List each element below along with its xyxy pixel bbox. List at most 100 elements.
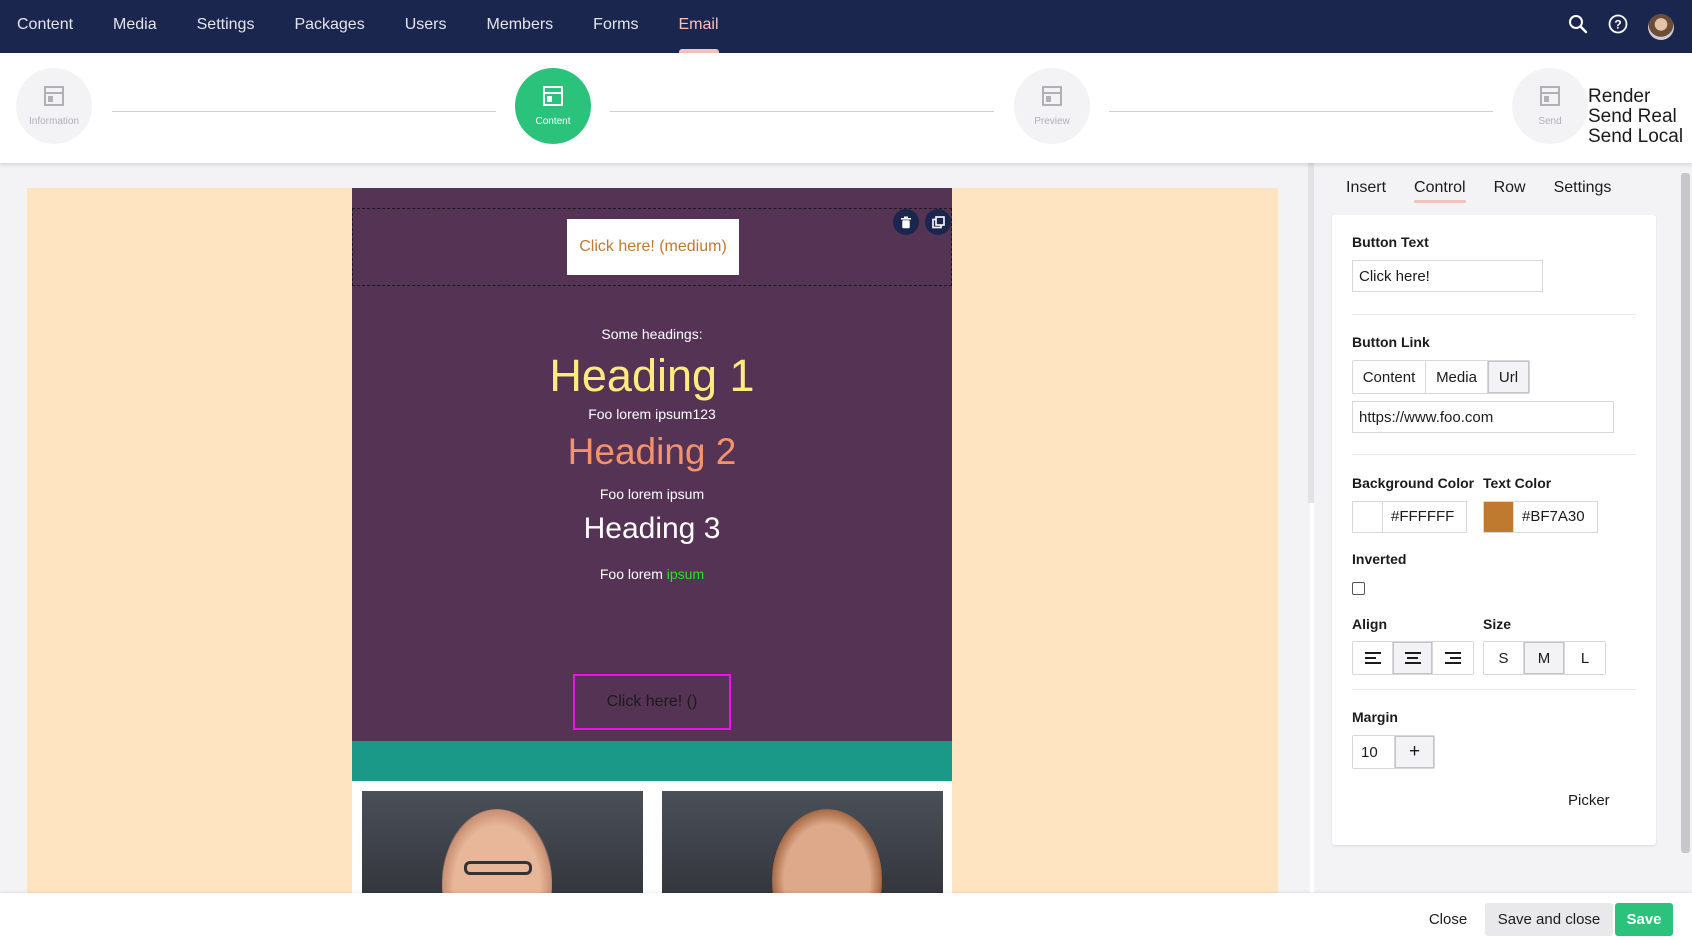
layout-icon xyxy=(542,85,564,110)
url-input[interactable]: https://www.foo.com xyxy=(1352,401,1614,433)
text-color-value[interactable]: #BF7A30 xyxy=(1514,502,1597,532)
teal-divider xyxy=(352,741,952,781)
layout-icon xyxy=(43,85,65,110)
user-avatar[interactable] xyxy=(1648,13,1674,40)
link-type-media[interactable]: Media xyxy=(1426,361,1488,393)
picker-toggle[interactable]: Picker xyxy=(1568,792,1610,809)
layout-icon xyxy=(1041,85,1063,110)
tab-control[interactable]: Control xyxy=(1400,177,1480,211)
step-send[interactable]: Send xyxy=(1512,68,1588,144)
tab-insert[interactable]: Insert xyxy=(1314,177,1400,211)
nav-users[interactable]: Users xyxy=(385,0,467,53)
nav-content[interactable]: Content xyxy=(0,0,93,53)
step-connector xyxy=(1109,111,1493,112)
layout-icon xyxy=(1539,85,1561,110)
send-options: Render Send Real Send Local xyxy=(1588,87,1683,147)
nav-members[interactable]: Members xyxy=(466,0,573,53)
email-body: Click here! (medium) Some headings: Head… xyxy=(352,188,952,893)
scrollbar-thumb[interactable] xyxy=(1681,173,1690,853)
align-right-icon[interactable] xyxy=(1433,642,1473,674)
size-l[interactable]: L xyxy=(1565,642,1605,674)
email-button-medium[interactable]: Click here! (medium) xyxy=(567,219,739,275)
button-text-input[interactable]: Click here! xyxy=(1352,260,1543,292)
selected-button-block[interactable]: Click here! (medium) xyxy=(352,208,952,286)
person-photo-1 xyxy=(362,791,643,893)
align-left-icon[interactable] xyxy=(1353,642,1393,674)
nav-email[interactable]: Email xyxy=(659,0,739,53)
link-type-selector: Content Media Url xyxy=(1352,360,1530,394)
trash-icon[interactable] xyxy=(893,209,919,235)
step-label: Send xyxy=(1538,116,1562,127)
step-connector xyxy=(112,111,496,112)
save-button[interactable]: Save xyxy=(1615,903,1673,936)
link-type-content[interactable]: Content xyxy=(1353,361,1426,393)
divider xyxy=(1352,689,1636,690)
inverted-checkbox[interactable] xyxy=(1352,582,1365,595)
save-and-close-button[interactable]: Save and close xyxy=(1485,903,1613,936)
send-option-send-local[interactable]: Send Local xyxy=(1588,127,1683,147)
text-color-label: Text Color xyxy=(1483,475,1552,491)
send-option-send-real[interactable]: Send Real xyxy=(1588,107,1683,127)
footer-actions: Close Save and close Save xyxy=(0,893,1692,940)
background-color-value[interactable]: #FFFFFF xyxy=(1383,502,1466,532)
size-m[interactable]: M xyxy=(1524,642,1565,674)
margin-control: 10 + xyxy=(1352,735,1435,769)
heading-3: Heading 3 xyxy=(583,512,721,545)
link-type-url[interactable]: Url xyxy=(1488,361,1529,393)
paragraph-3-link[interactable]: ipsum xyxy=(667,566,704,582)
divider xyxy=(1352,314,1636,315)
step-connector xyxy=(610,111,994,112)
align-label: Align xyxy=(1352,616,1387,632)
button-text-label: Button Text xyxy=(1352,234,1429,250)
nav-packages[interactable]: Packages xyxy=(274,0,384,53)
button-link-label: Button Link xyxy=(1352,334,1430,350)
svg-text:?: ? xyxy=(1614,18,1621,32)
top-navigation: Content Media Settings Packages Users Me… xyxy=(0,0,1692,53)
block-tools xyxy=(893,209,951,235)
properties-panel: Insert Control Row Settings Button Text … xyxy=(1314,163,1678,893)
nav-media[interactable]: Media xyxy=(93,0,177,53)
align-center-icon[interactable] xyxy=(1393,642,1433,674)
align-selector xyxy=(1352,641,1474,675)
paragraph-3-text: Foo lorem xyxy=(599,566,667,582)
background-color-picker[interactable]: #FFFFFF xyxy=(1352,501,1467,533)
email-steps: Information Content Preview Send Render … xyxy=(0,53,1692,163)
nav-tools: ? xyxy=(1568,0,1674,53)
tab-row[interactable]: Row xyxy=(1480,177,1540,211)
send-option-render[interactable]: Render xyxy=(1588,87,1683,107)
duplicate-icon[interactable] xyxy=(925,209,951,235)
panel-scrollbar[interactable] xyxy=(1678,163,1692,893)
margin-label: Margin xyxy=(1352,709,1398,725)
heading-1: Heading 1 xyxy=(549,350,755,401)
nav-settings[interactable]: Settings xyxy=(177,0,275,53)
divider xyxy=(1352,454,1636,455)
text-color-picker[interactable]: #BF7A30 xyxy=(1483,501,1598,533)
heading-2: Heading 2 xyxy=(567,431,737,472)
step-label: Preview xyxy=(1034,116,1070,127)
text-color-swatch[interactable] xyxy=(1484,502,1514,532)
step-label: Content xyxy=(535,116,571,127)
step-label: Information xyxy=(28,116,80,127)
paragraph-2: Foo lorem ipsum xyxy=(599,486,705,502)
content-block[interactable]: Click here! (medium) Some headings: Head… xyxy=(352,188,952,741)
inverted-label: Inverted xyxy=(1352,551,1407,567)
size-s[interactable]: S xyxy=(1484,642,1524,674)
step-information[interactable]: Information xyxy=(16,68,92,144)
tab-settings[interactable]: Settings xyxy=(1540,177,1626,211)
some-headings-text: Some headings: xyxy=(601,326,703,342)
email-button-outline[interactable]: Click here! () xyxy=(573,674,731,730)
search-icon[interactable] xyxy=(1568,14,1588,39)
person-photo-2 xyxy=(662,791,943,893)
step-preview[interactable]: Preview xyxy=(1014,68,1090,144)
step-content[interactable]: Content xyxy=(515,68,591,144)
margin-add-button[interactable]: + xyxy=(1395,736,1434,768)
margin-input[interactable]: 10 xyxy=(1353,736,1395,768)
paragraph-3: Foo lorem ipsum xyxy=(352,566,952,582)
background-color-swatch[interactable] xyxy=(1353,502,1383,532)
panel-tabs: Insert Control Row Settings xyxy=(1314,177,1625,211)
close-button[interactable]: Close xyxy=(1418,903,1478,936)
control-settings-card: Button Text Click here! Button Link Cont… xyxy=(1332,215,1656,845)
help-icon[interactable]: ? xyxy=(1608,14,1628,39)
nav-forms[interactable]: Forms xyxy=(573,0,658,53)
picker-label: Picker xyxy=(1568,792,1610,809)
